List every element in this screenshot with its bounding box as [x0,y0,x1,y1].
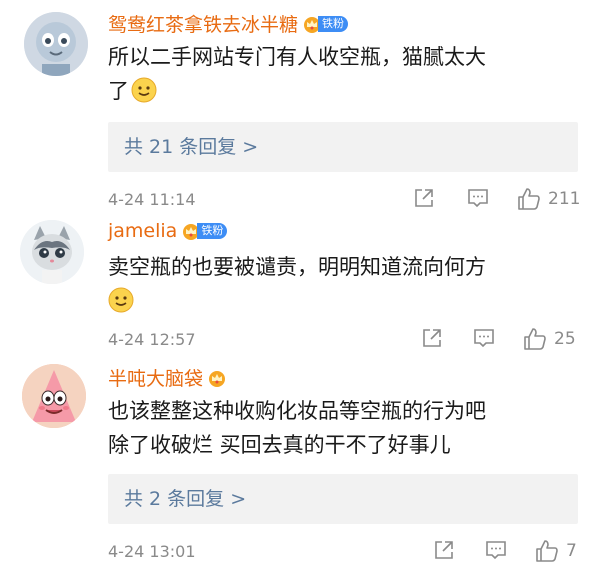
like-count: 211 [548,189,581,209]
comment-button[interactable] [472,326,496,350]
comment-text: 也该整整这种收购化妆品等空瓶的行为吧 除了收破烂 买回去真的干不了好事儿 [108,394,588,462]
comment-text-line: 了 [108,74,578,108]
fan-badge: 铁粉 [302,15,349,33]
view-replies-link[interactable]: 共 21 条回复 > [108,122,578,172]
comment-text-line [108,284,578,318]
username-text[interactable]: 半吨大脑袋 [108,364,203,391]
share-button[interactable] [420,326,444,350]
like-icon [536,540,558,562]
comment-icon [486,541,506,560]
username-text[interactable]: jamelia [108,220,177,242]
smile-emoji [108,287,134,313]
comment-2: jamelia 铁粉 卖空瓶的也要被谴责，明明知道流向何方 4-24 12:57… [0,210,600,360]
avatar[interactable] [22,364,86,428]
comment-button[interactable] [466,186,490,210]
crown-icon [209,370,226,387]
avatar[interactable] [24,12,88,76]
share-button[interactable] [412,186,436,210]
like-count: 7 [566,541,577,561]
username[interactable]: jamelia 铁粉 [108,220,228,242]
share-button[interactable] [432,538,456,562]
avatar[interactable] [20,220,84,284]
username[interactable]: 鸳鸯红茶拿铁去冰半糖 铁粉 [108,10,349,37]
like-button[interactable]: 25 [522,326,576,352]
share-icon [423,329,441,347]
comment-icon [468,189,488,208]
fan-badge [207,369,227,387]
like-button[interactable]: 211 [516,186,580,212]
comment-3: 半吨大脑袋 也该整整这种收购化妆品等空瓶的行为吧 除了收破烂 买回去真的干不了好… [0,360,600,568]
fan-badge: 铁粉 [181,222,228,240]
badge-label: 铁粉 [318,15,349,32]
username[interactable]: 半吨大脑袋 [108,364,227,391]
comment-text-line: 也该整整这种收购化妆品等空瓶的行为吧 [108,399,486,423]
smile-emoji [131,77,157,103]
timestamp: 4-24 11:14 [108,190,196,209]
like-icon [518,188,540,210]
comment-text-line: 卖空瓶的也要被谴责，明明知道流向何方 [108,255,486,279]
timestamp: 4-24 13:01 [108,542,196,561]
comment-text-line: 除了收破烂 买回去真的干不了好事儿 [108,433,451,457]
view-replies-link[interactable]: 共 2 条回复 > [108,474,578,524]
share-icon [435,541,453,559]
badge-label: 铁粉 [197,223,228,239]
like-count: 25 [554,329,576,349]
comment-text: 卖空瓶的也要被谴责，明明知道流向何方 [108,250,578,318]
comment-text: 所以二手网站专门有人收空瓶，猫腻太大 了 [108,40,578,108]
like-button[interactable]: 7 [534,538,577,564]
username-text[interactable]: 鸳鸯红茶拿铁去冰半糖 [108,10,298,37]
comment-text-line: 所以二手网站专门有人收空瓶，猫腻太大 [108,45,486,69]
timestamp: 4-24 12:57 [108,330,196,349]
comment-1: 鸳鸯红茶拿铁去冰半糖 铁粉 所以二手网站专门有人收空瓶，猫腻太大 了 共 21 … [0,0,600,210]
like-icon [524,328,546,350]
comment-icon [474,329,494,348]
comment-button[interactable] [484,538,508,562]
share-icon [415,189,433,207]
